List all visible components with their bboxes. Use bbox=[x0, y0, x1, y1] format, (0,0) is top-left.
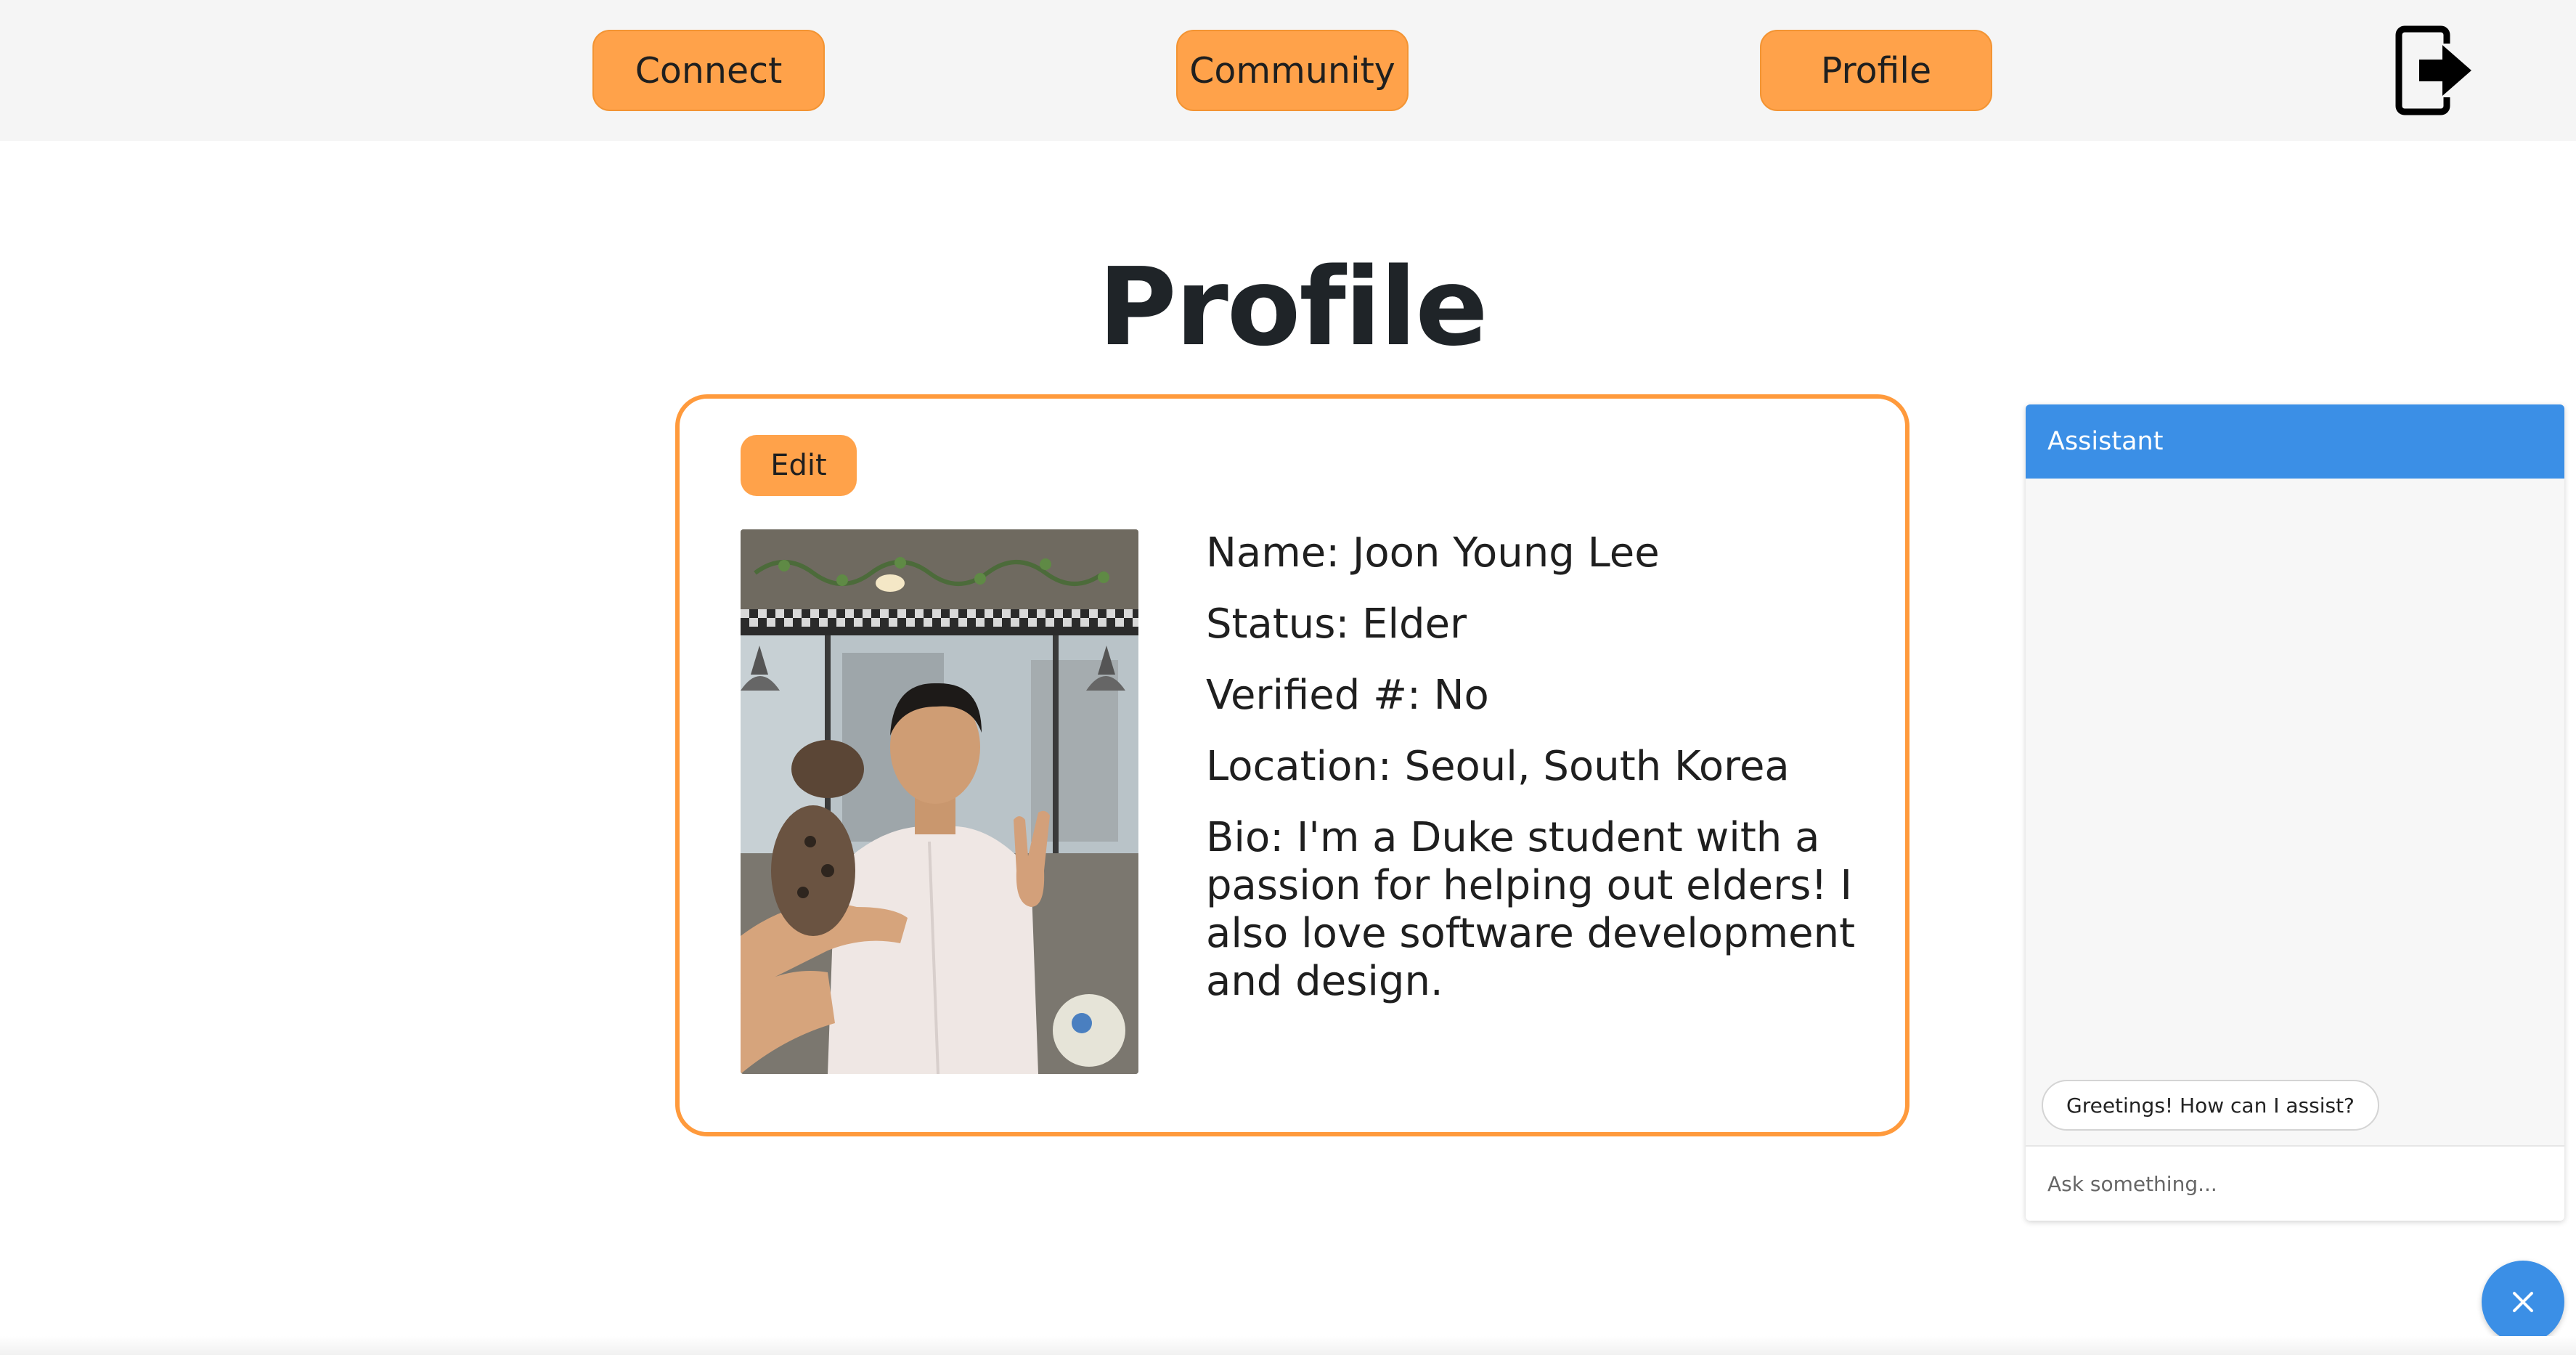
nav-community-button[interactable]: Community bbox=[1176, 30, 1409, 111]
assistant-chat-panel: Assistant Greetings! How can I assist? bbox=[2026, 404, 2564, 1221]
close-icon bbox=[2513, 1292, 2533, 1312]
page-bottom-edge bbox=[0, 1336, 2576, 1355]
logout-button[interactable] bbox=[2393, 22, 2477, 119]
profile-status: Status: Elder bbox=[1206, 601, 1467, 648]
assistant-title: Assistant bbox=[2047, 427, 2164, 456]
nav-profile-button[interactable]: Profile bbox=[1760, 30, 1992, 111]
profile-photo bbox=[741, 529, 1138, 1074]
nav-connect-button[interactable]: Connect bbox=[592, 30, 825, 111]
profile-card: Edit Name: Joon Young Lee Status: Elder … bbox=[675, 394, 1909, 1136]
assistant-header: Assistant bbox=[2026, 404, 2564, 479]
top-navbar: Connect Community Profile bbox=[0, 0, 2576, 141]
logout-icon bbox=[2395, 25, 2471, 115]
chat-close-button[interactable] bbox=[2482, 1261, 2564, 1343]
profile-location: Location: Seoul, South Korea bbox=[1206, 743, 1790, 790]
profile-info: Name: Joon Young Lee Status: Elder Verif… bbox=[1206, 529, 1874, 1006]
assistant-greeting-text: Greetings! How can I assist? bbox=[2066, 1093, 2355, 1118]
profile-bio: Bio: I'm a Duke student with a passion f… bbox=[1206, 814, 1856, 1005]
edit-profile-button[interactable]: Edit bbox=[741, 435, 857, 496]
profile-name: Name: Joon Young Lee bbox=[1206, 529, 1660, 577]
assistant-input[interactable] bbox=[2026, 1145, 2564, 1221]
profile-verified: Verified #: No bbox=[1206, 672, 1489, 719]
page-title: Profile bbox=[1098, 245, 1488, 370]
assistant-greeting-message: Greetings! How can I assist? bbox=[2042, 1080, 2379, 1131]
